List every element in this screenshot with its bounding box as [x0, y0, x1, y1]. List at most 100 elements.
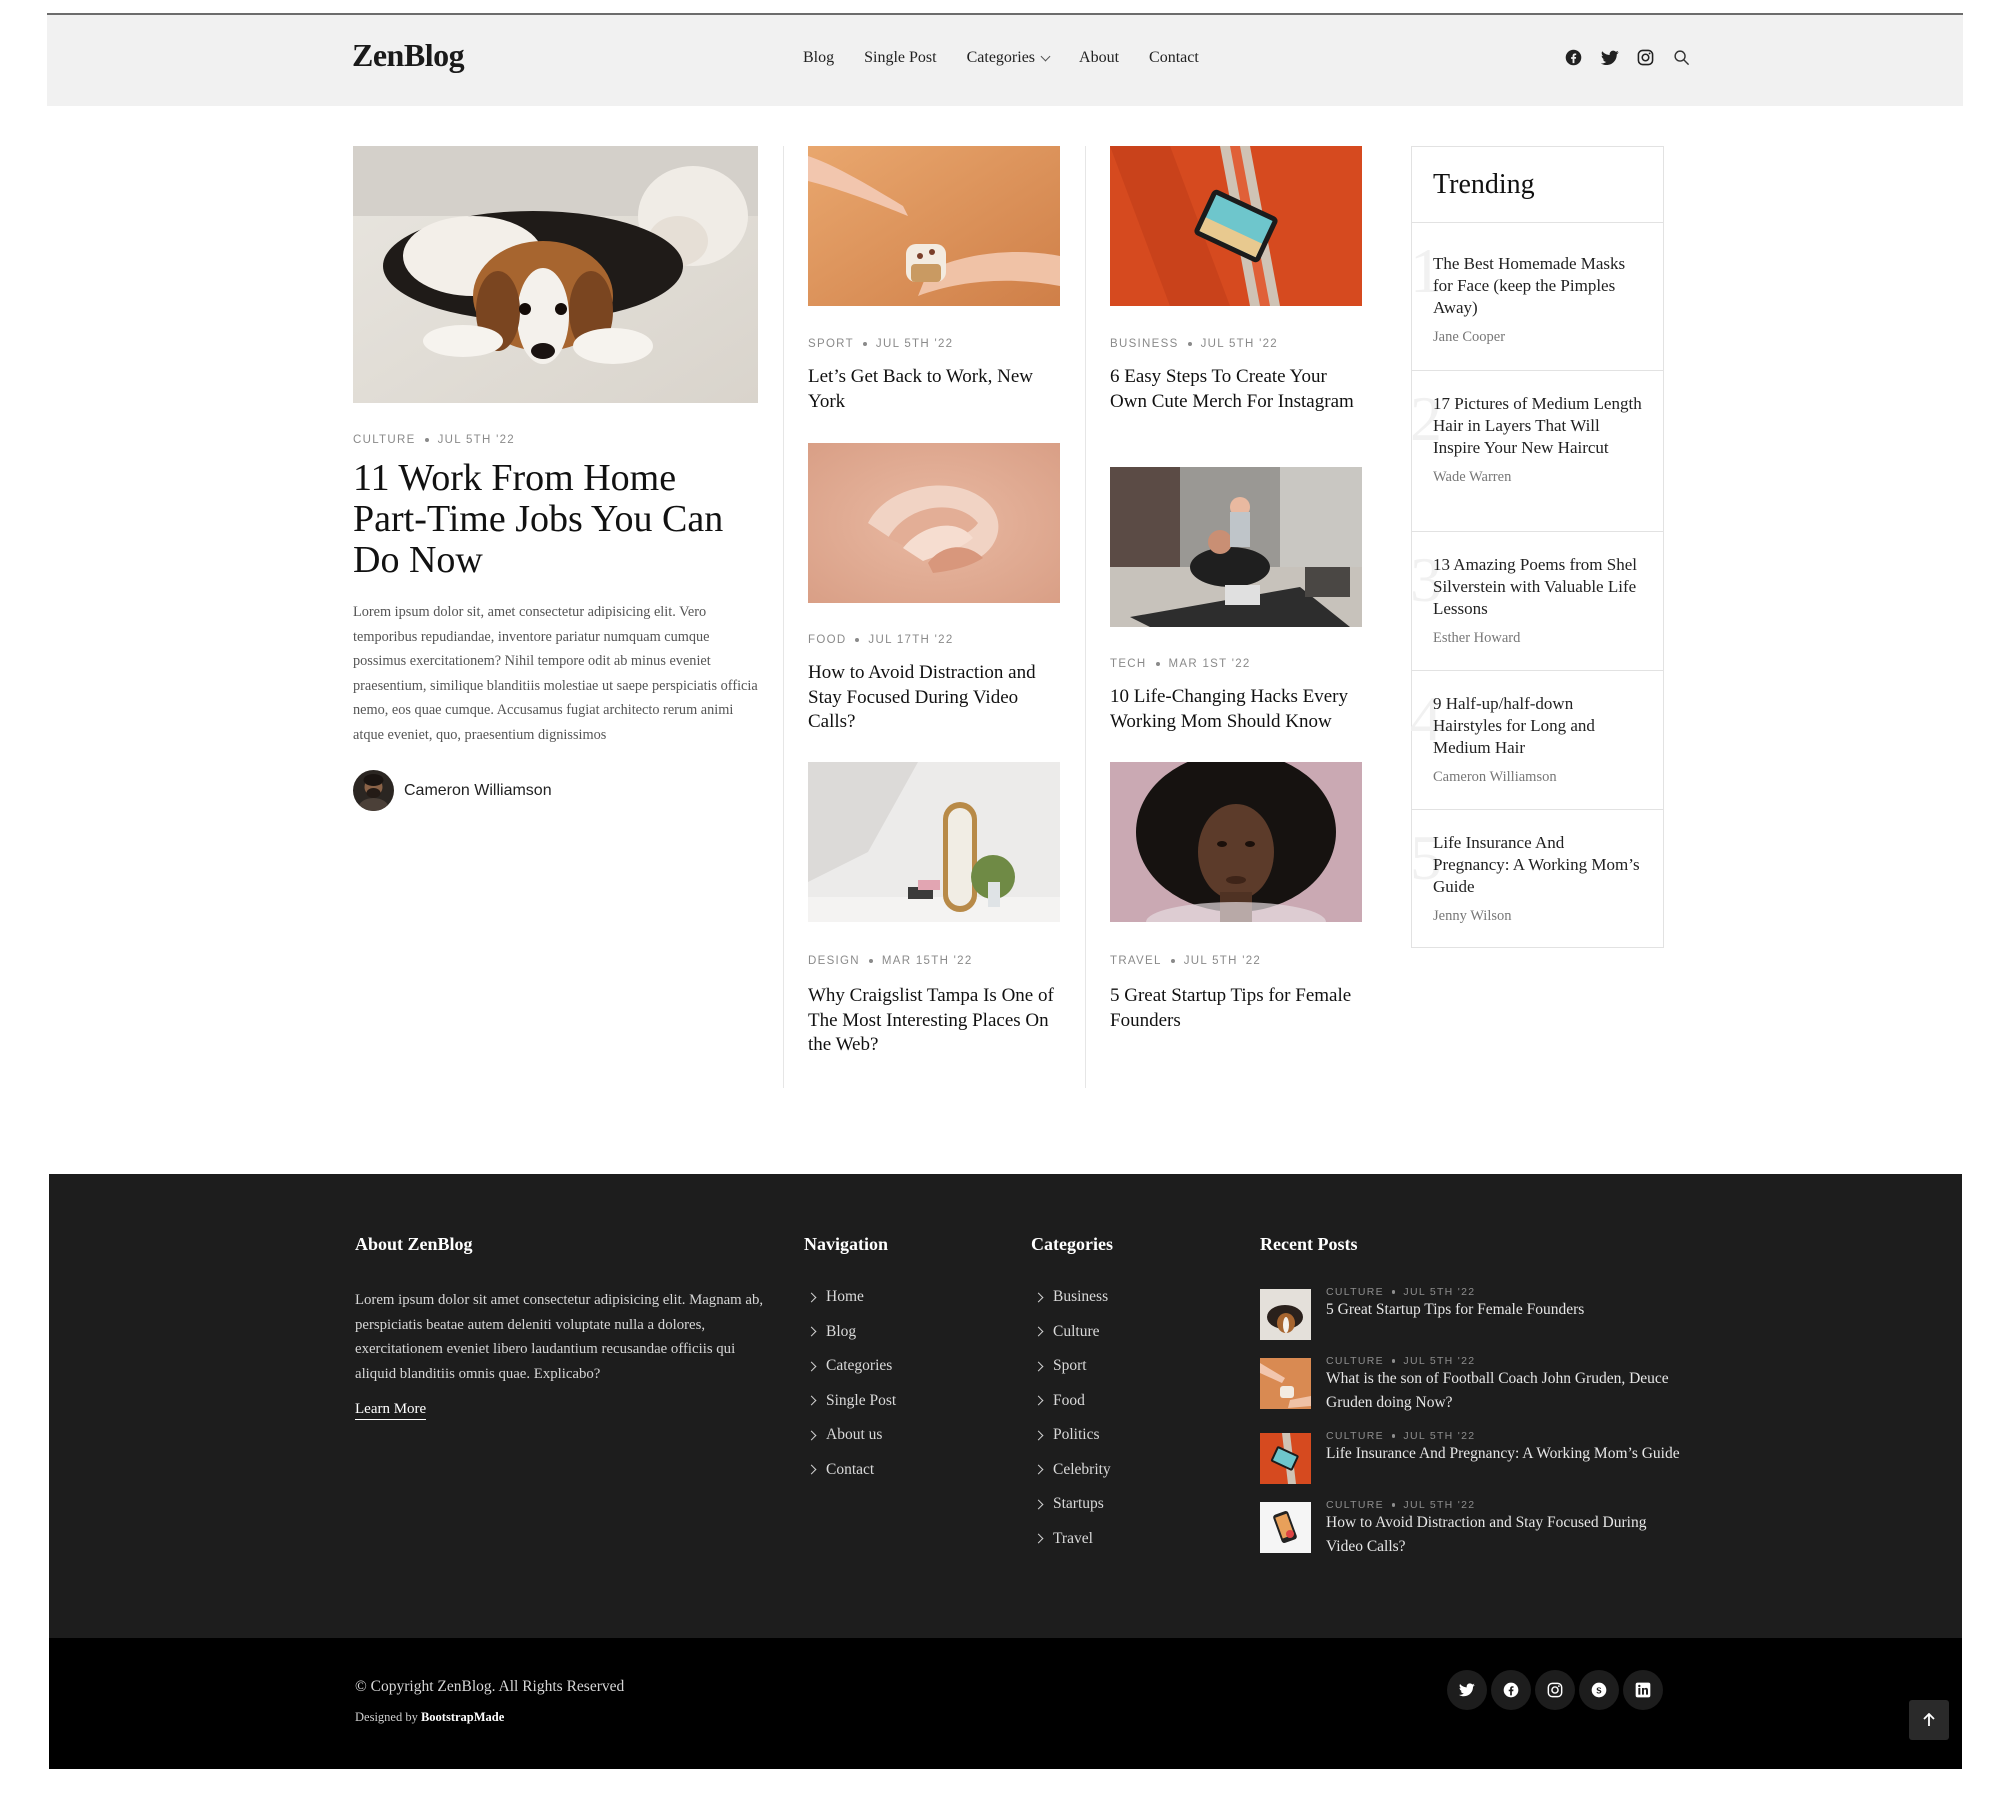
- footer-nav-link[interactable]: Home: [806, 1280, 896, 1315]
- chevron-right-icon: [806, 1464, 817, 1475]
- recent-post-thumbnail[interactable]: [1260, 1502, 1311, 1553]
- nav-about[interactable]: About: [1079, 49, 1119, 67]
- recent-post-thumbnail[interactable]: [1260, 1433, 1311, 1484]
- chevron-right-icon: [1033, 1361, 1044, 1372]
- footer-nav-link[interactable]: Blog: [806, 1315, 896, 1350]
- facebook-icon[interactable]: [1491, 1670, 1531, 1710]
- copyright-text: © Copyright ZenBlog. All Rights Reserved: [355, 1678, 625, 1695]
- recent-post-title[interactable]: 5 Great Startup Tips for Female Founders: [1326, 1298, 1584, 1322]
- designed-by-label: Designed by: [355, 1710, 418, 1724]
- recent-post-date: Jul 5th '22: [1403, 1499, 1476, 1511]
- footer-link-label: Politics: [1053, 1426, 1100, 1444]
- nav-single-post[interactable]: Single Post: [864, 49, 936, 67]
- trending-item[interactable]: 5 Life Insurance And Pregnancy: A Workin…: [1410, 810, 1663, 947]
- recent-post[interactable]: Culture Jul 5th '22 5 Great Startup Tips …: [1260, 1286, 1680, 1340]
- author-name[interactable]: Cameron Williamson: [404, 782, 552, 800]
- footer-link-label: Startups: [1053, 1495, 1104, 1513]
- recent-post[interactable]: Culture Jul 5th '22 How to Avoid Distract…: [1260, 1499, 1680, 1559]
- trending-author: Cameron Williamson: [1433, 769, 1557, 785]
- header-socials: [1564, 48, 1691, 67]
- recent-post-title[interactable]: What is the son of Football Coach John G…: [1326, 1367, 1680, 1415]
- post-title[interactable]: 6 Easy Steps To Create Your Own Cute Mer…: [1110, 365, 1362, 414]
- post-category[interactable]: Sport: [808, 338, 854, 350]
- post-date: Mar 15th '22: [881, 955, 973, 967]
- recent-post[interactable]: Culture Jul 5th '22 Life Insurance And Pr…: [1260, 1430, 1680, 1484]
- footer-link-label: Contact: [826, 1460, 875, 1478]
- nav-blog[interactable]: Blog: [803, 49, 834, 67]
- post-title[interactable]: Why Craigslist Tampa Is One of The Most …: [808, 984, 1060, 1058]
- trending-item[interactable]: 3 13 Amazing Poems from Shel Silverstein…: [1410, 532, 1663, 671]
- post-meta: Tech Mar 1st '22: [1110, 658, 1251, 670]
- recent-post-thumbnail[interactable]: [1260, 1358, 1311, 1409]
- footer-nav-link[interactable]: Single Post: [806, 1384, 896, 1419]
- meta-separator: [1170, 959, 1175, 963]
- post-meta: Business Jul 5th '22: [1110, 338, 1278, 350]
- post-image[interactable]: [1110, 762, 1362, 922]
- chevron-down-icon: [1040, 51, 1051, 61]
- post-image[interactable]: [1110, 146, 1362, 306]
- post-category[interactable]: Food: [808, 634, 846, 646]
- facebook-icon[interactable]: [1564, 48, 1583, 67]
- hero-post-image[interactable]: [353, 146, 758, 403]
- post-category[interactable]: Tech: [1110, 658, 1147, 670]
- footer-category-link[interactable]: Culture: [1033, 1315, 1111, 1350]
- arrow-up-icon: [1923, 1713, 1935, 1726]
- footer-recent-heading: Recent Posts: [1260, 1234, 1358, 1254]
- instagram-icon[interactable]: [1535, 1670, 1575, 1710]
- site-logo[interactable]: ZenBlog: [352, 37, 465, 74]
- trending-title[interactable]: The Best Homemade Masks for Face (keep t…: [1433, 253, 1643, 319]
- twitter-icon[interactable]: [1447, 1670, 1487, 1710]
- post-image[interactable]: [808, 146, 1060, 306]
- footer-category-link[interactable]: Business: [1033, 1280, 1111, 1315]
- footer-category-link[interactable]: Startups: [1033, 1487, 1111, 1522]
- post-image[interactable]: [808, 762, 1060, 922]
- trending-title[interactable]: Life Insurance And Pregnancy: A Working …: [1433, 832, 1643, 898]
- post-category[interactable]: Travel: [1110, 955, 1162, 967]
- nav-contact[interactable]: Contact: [1149, 49, 1199, 67]
- footer-link-label: Food: [1053, 1391, 1085, 1409]
- post-image[interactable]: [808, 443, 1060, 603]
- designed-by: Designed by BootstrapMade: [355, 1710, 504, 1725]
- recent-post-date: Jul 5th '22: [1403, 1430, 1476, 1442]
- post-category[interactable]: Design: [808, 955, 860, 967]
- footer-category-link[interactable]: Food: [1033, 1384, 1111, 1419]
- footer-nav-link[interactable]: About us: [806, 1418, 896, 1453]
- recent-post-category: Culture: [1326, 1430, 1384, 1442]
- recent-post-date: Jul 5th '22: [1403, 1286, 1476, 1298]
- footer-category-link[interactable]: Sport: [1033, 1349, 1111, 1384]
- instagram-icon[interactable]: [1636, 48, 1655, 67]
- footer-category-link[interactable]: Politics: [1033, 1418, 1111, 1453]
- post-title[interactable]: How to Avoid Distraction and Stay Focuse…: [808, 661, 1060, 735]
- post-category[interactable]: Business: [1110, 338, 1179, 350]
- trending-title[interactable]: 13 Amazing Poems from Shel Silverstein w…: [1433, 554, 1643, 620]
- back-to-top-button[interactable]: [1909, 1700, 1949, 1740]
- twitter-icon[interactable]: [1600, 48, 1619, 67]
- recent-post[interactable]: Culture Jul 5th '22 What is the son of Fo…: [1260, 1355, 1680, 1415]
- footer-nav-link[interactable]: Categories: [806, 1349, 896, 1384]
- post-image[interactable]: [1110, 467, 1362, 627]
- footer-category-link[interactable]: Travel: [1033, 1522, 1111, 1557]
- nav-categories[interactable]: Categories: [967, 49, 1051, 67]
- trending-item[interactable]: 4 9 Half-up/half-down Hairstyles for Lon…: [1410, 671, 1663, 810]
- designer-link[interactable]: BootstrapMade: [421, 1710, 504, 1724]
- trending-title[interactable]: 17 Pictures of Medium Length Hair in Lay…: [1433, 393, 1643, 459]
- recent-post-title[interactable]: How to Avoid Distraction and Stay Focuse…: [1326, 1511, 1680, 1559]
- footer-nav-link[interactable]: Contact: [806, 1453, 896, 1488]
- avatar: [353, 770, 394, 811]
- post-title[interactable]: Let’s Get Back to Work, New York: [808, 365, 1060, 414]
- learn-more-link[interactable]: Learn More: [355, 1401, 427, 1420]
- recent-post-thumbnail[interactable]: [1260, 1289, 1311, 1340]
- post-title[interactable]: 5 Great Startup Tips for Female Founders: [1110, 984, 1362, 1033]
- trending-item[interactable]: 2 17 Pictures of Medium Length Hair in L…: [1410, 371, 1663, 532]
- recent-post-title[interactable]: Life Insurance And Pregnancy: A Working …: [1326, 1442, 1680, 1466]
- meta-separator: [1391, 1434, 1396, 1438]
- hero-category[interactable]: Culture: [353, 434, 416, 446]
- search-icon[interactable]: [1672, 48, 1691, 67]
- footer-category-link[interactable]: Celebrity: [1033, 1453, 1111, 1488]
- post-title[interactable]: 10 Life-Changing Hacks Every Working Mom…: [1110, 685, 1362, 734]
- trending-title[interactable]: 9 Half-up/half-down Hairstyles for Long …: [1433, 693, 1643, 759]
- trending-item[interactable]: 1 The Best Homemade Masks for Face (keep…: [1410, 223, 1663, 371]
- skype-icon[interactable]: [1579, 1670, 1619, 1710]
- linkedin-icon[interactable]: [1623, 1670, 1663, 1710]
- hero-post-title[interactable]: 11 Work From Home Part-Time Jobs You Can…: [353, 458, 758, 581]
